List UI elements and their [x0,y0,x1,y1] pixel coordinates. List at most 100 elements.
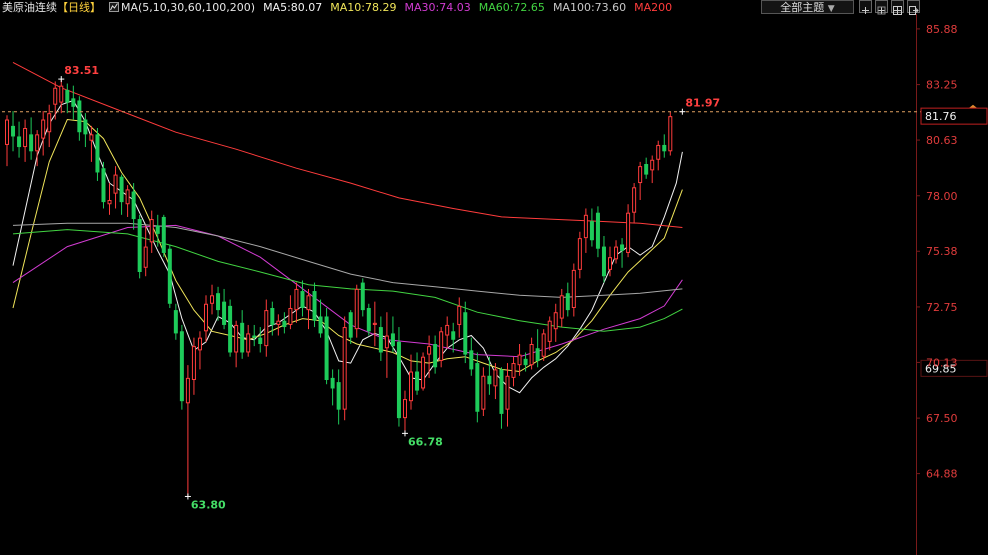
candle [614,240,619,264]
candle [234,320,239,368]
candle-body [553,312,558,330]
candle-body [137,219,142,272]
candle [427,335,432,378]
candle-body [595,212,600,249]
candle [71,85,76,120]
candle-body [620,244,625,251]
candle [161,214,166,258]
candle [463,301,468,364]
candle-body [451,331,456,340]
candle-body [601,246,606,277]
candle [113,166,118,209]
candle [409,354,414,410]
candle-body [294,288,299,311]
candle [402,390,407,434]
y-tick-label: 75.38 [926,245,958,258]
candle [167,244,172,308]
candle-body [378,327,383,353]
candle [222,288,227,330]
candle-body [149,219,154,243]
candle [77,96,82,141]
candle [505,363,510,427]
candle [354,284,359,338]
candle-body [222,301,227,325]
y-tick-label: 64.88 [926,468,958,481]
candle-body [577,238,582,270]
candle-body [565,293,570,311]
candle-body [77,100,82,133]
candle-body [65,89,70,103]
candle [264,299,269,357]
candle [451,322,456,353]
candle [89,125,94,162]
candle [565,282,570,317]
candle-body [89,134,94,141]
candle [143,225,148,277]
candle-body [288,308,293,325]
candle [240,310,245,359]
candle [547,316,552,351]
candle [179,324,184,410]
candle [95,128,100,181]
candle-body [457,305,462,325]
candle [17,121,22,158]
ma30-line [12,224,683,358]
candle [203,295,208,342]
candle-body [71,98,76,107]
candle-body [234,324,239,353]
candle-body [282,320,287,328]
candle [662,134,667,158]
candle [626,204,631,258]
candle-body [41,119,46,139]
candle-body [384,335,389,349]
y-tick-label: 78.00 [926,190,958,203]
candle [571,263,576,317]
candle [228,299,233,357]
ma60-line [12,229,683,332]
candle-body [17,136,22,148]
candle-body [179,331,184,402]
candle-body [125,189,130,205]
candle [101,161,106,209]
candlestick-chart[interactable]: 81.7669.8583.5163.8066.7881.97 85.8883.2… [0,0,988,555]
candle-body [336,382,341,410]
candle-body [354,288,359,330]
candle-body [113,174,118,194]
candle [372,301,377,347]
candle [294,282,299,323]
candle-body [559,295,564,319]
candle-body [469,350,474,370]
candle-body [523,358,528,366]
candle-body [415,371,420,391]
candle [258,327,263,353]
ma200-line [12,61,683,228]
candle-body [155,225,160,234]
candle [210,284,215,315]
candle-body [29,134,34,152]
candle [475,352,480,423]
candle-body [589,221,594,241]
candle [53,81,58,120]
y-tick-label: 80.63 [926,134,958,147]
candle [336,369,341,425]
candle [366,303,371,336]
y-tick-label: 72.75 [926,301,958,314]
candle-body [143,246,148,268]
candle-body [638,166,643,184]
candle [29,117,34,160]
candle-body [644,164,649,175]
candle-body [348,312,353,338]
candle [415,352,420,395]
candle [342,316,347,421]
candle [511,356,516,387]
candle-body [312,291,317,321]
candle-body [276,320,281,325]
candle [390,316,395,353]
candle [137,214,142,279]
candle-body [360,282,365,311]
candle [559,288,564,328]
candle [23,119,28,162]
candle-body [487,375,492,385]
candle [396,327,401,427]
candle-body [463,312,468,355]
